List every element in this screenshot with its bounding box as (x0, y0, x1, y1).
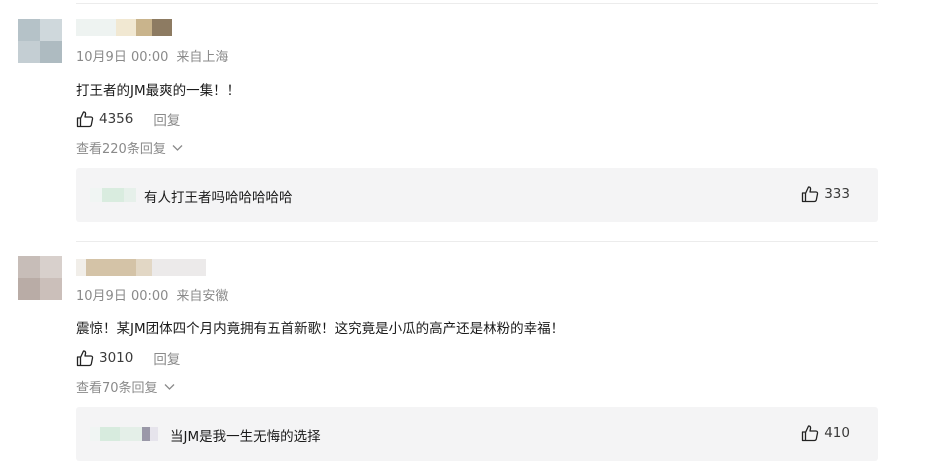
comment-actions: 3010 回复 (76, 348, 180, 368)
comment-location: 来自上海 (176, 50, 229, 65)
thumbs-up-icon[interactable] (801, 424, 819, 442)
reply-like-count: 410 (824, 425, 850, 441)
comment-text: 震惊！某JM团体四个月内竟拥有五首新歌！这究竟是小瓜的高产还是林粉的幸福！ (76, 321, 565, 337)
view-replies-link[interactable]: 查看70条回复 (76, 377, 175, 396)
comment-text: 打王者的JM最爽的一集！！ (76, 83, 241, 99)
reply-button[interactable]: 回复 (153, 348, 180, 368)
avatar[interactable] (18, 19, 62, 63)
reply-text: 有人打王者吗哈哈哈哈哈 (144, 190, 293, 206)
view-replies-link[interactable]: 查看220条回复 (76, 138, 183, 157)
reply-item: 当JM是我一生无悔的选择 410 (76, 407, 878, 461)
reply-text: 当JM是我一生无悔的选择 (170, 429, 321, 445)
avatar[interactable] (18, 256, 62, 300)
thumbs-up-icon[interactable] (801, 185, 819, 203)
view-replies-label: 查看220条回复 (76, 142, 166, 157)
reply-like: 410 (801, 424, 850, 442)
divider (76, 3, 878, 4)
chevron-down-icon (172, 144, 183, 152)
thumbs-up-icon[interactable] (76, 349, 94, 367)
thumbs-up-icon[interactable] (76, 110, 94, 128)
reply-like: 333 (801, 185, 850, 203)
like-count: 3010 (99, 350, 134, 366)
comment-meta: 10月9日 00:00 来自上海 (76, 46, 228, 65)
username-blurred[interactable] (76, 259, 206, 276)
comment-meta: 10月9日 00:00 来自安徽 (76, 285, 228, 304)
reply-username-blurred[interactable] (90, 427, 158, 441)
reply-like-count: 333 (824, 186, 850, 202)
like-count: 4356 (99, 111, 134, 127)
comment-time: 10月9日 00:00 (76, 289, 169, 304)
reply-button[interactable]: 回复 (153, 109, 180, 129)
reply-username-blurred[interactable] (90, 188, 136, 202)
view-replies-label: 查看70条回复 (76, 381, 158, 396)
comment-time: 10月9日 00:00 (76, 50, 169, 65)
chevron-down-icon (164, 383, 175, 391)
comment-item: 10月9日 00:00 来自安徽 震惊！某JM团体四个月内竟拥有五首新歌！这究竟是… (0, 236, 934, 472)
comment-actions: 4356 回复 (76, 109, 180, 129)
comment-location: 来自安徽 (176, 289, 229, 304)
reply-item: 有人打王者吗哈哈哈哈哈 333 (76, 168, 878, 222)
username-blurred[interactable] (76, 19, 172, 36)
comment-item: 10月9日 00:00 来自上海 打王者的JM最爽的一集！！ 4356 回复 查看… (0, 0, 934, 236)
divider (76, 241, 878, 242)
